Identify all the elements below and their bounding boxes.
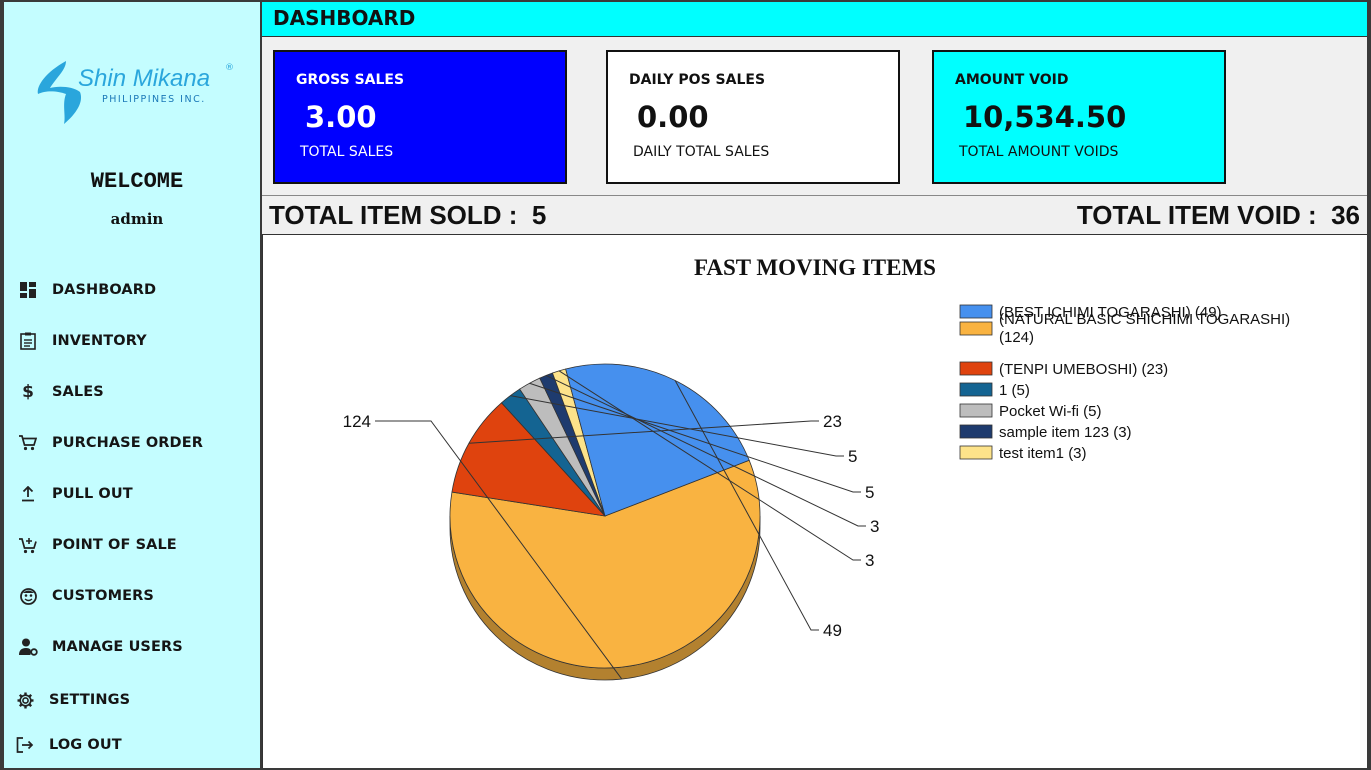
nav-point-of-sale[interactable]: POINT OF SALE <box>18 530 177 560</box>
nav-label: LOG OUT <box>49 737 122 753</box>
data-label: 5 <box>848 447 857 466</box>
nav-log-out[interactable]: LOG OUT <box>15 730 122 760</box>
card-title: GROSS SALES <box>296 72 405 88</box>
data-label: 124 <box>343 412 371 431</box>
chart-title: FAST MOVING ITEMS <box>694 255 936 280</box>
data-label: 49 <box>823 621 842 640</box>
card-subtitle: TOTAL SALES <box>300 144 394 160</box>
legend-swatch <box>959 321 993 336</box>
nav-label: SALES <box>52 384 104 400</box>
daily-pos-sales-card: DAILY POS SALES 0.00 DAILY TOTAL SALES <box>606 50 900 184</box>
gross-sales-card: GROSS SALES 3.00 TOTAL SALES <box>273 50 567 184</box>
total-sold-value: 5 <box>531 200 547 230</box>
dashboard-icon <box>18 280 38 300</box>
dollar-icon: $ <box>22 382 34 402</box>
card-value: 10,534.50 <box>963 100 1127 134</box>
cart-plus-icon <box>18 535 38 555</box>
nav-inventory[interactable]: INVENTORY <box>18 326 147 356</box>
legend-swatch <box>959 403 993 418</box>
legend-swatch <box>959 382 993 397</box>
nav-settings[interactable]: SETTINGS <box>15 685 130 715</box>
nav-label: POINT OF SALE <box>52 537 177 553</box>
face-icon <box>18 586 38 606</box>
nav-label: PURCHASE ORDER <box>52 435 203 451</box>
clipboard-icon <box>18 331 38 351</box>
gear-icon <box>15 690 35 710</box>
total-item-void: TOTAL ITEM VOID : 36 <box>1077 200 1360 231</box>
main-panel: DASHBOARD GROSS SALES 3.00 TOTAL SALES D… <box>262 2 1367 768</box>
card-subtitle: TOTAL AMOUNT VOIDS <box>959 144 1119 160</box>
data-label: 3 <box>870 517 879 536</box>
card-value: 0.00 <box>637 100 709 134</box>
sidebar: Shin Mikana PHILIPPINES INC. ® WELCOME a… <box>4 2 260 768</box>
data-label: 23 <box>823 412 842 431</box>
data-label: 3 <box>865 551 874 570</box>
nav-sales[interactable]: $ SALES <box>18 377 104 407</box>
legend-label: (TENPI UMEBOSHI) (23) <box>999 361 1168 378</box>
nav-purchase-order[interactable]: PURCHASE ORDER <box>18 428 203 458</box>
legend-label: (NATURAL BASIC SHICHIMI TOGARASHI) (124) <box>999 311 1290 346</box>
svg-text:PHILIPPINES INC.: PHILIPPINES INC. <box>102 94 206 105</box>
total-void-value: 36 <box>1331 200 1360 230</box>
welcome-label: WELCOME <box>90 169 184 194</box>
nav-label: MANAGE USERS <box>52 639 183 655</box>
legend-label: sample item 123 (3) <box>999 424 1132 441</box>
nav-label: SETTINGS <box>49 692 131 708</box>
nav-label: PULL OUT <box>52 486 133 502</box>
legend-swatch <box>959 424 993 439</box>
nav-pull-out[interactable]: PULL OUT <box>18 479 133 509</box>
page-title: DASHBOARD <box>273 6 416 30</box>
total-sold-label: TOTAL ITEM SOLD : <box>269 200 518 230</box>
legend-label: test item1 (3) <box>999 445 1087 462</box>
totals-bar: TOTAL ITEM SOLD : 5 TOTAL ITEM VOID : 36 <box>262 195 1367 235</box>
data-label: 5 <box>865 483 874 502</box>
card-title: DAILY POS SALES <box>629 72 766 88</box>
cart-icon <box>18 433 38 453</box>
svg-text:Shin Mikana: Shin Mikana <box>78 65 210 92</box>
username-label: admin <box>110 210 164 228</box>
legend-swatch <box>959 304 993 319</box>
card-title: AMOUNT VOID <box>955 72 1069 88</box>
nav-customers[interactable]: CUSTOMERS <box>18 581 154 611</box>
amount-void-card: AMOUNT VOID 10,534.50 TOTAL AMOUNT VOIDS <box>932 50 1226 184</box>
nav-label: DASHBOARD <box>52 282 157 298</box>
nav-label: INVENTORY <box>52 333 147 349</box>
company-logo: Shin Mikana PHILIPPINES INC. ® <box>36 58 246 128</box>
total-void-label: TOTAL ITEM VOID : <box>1076 200 1317 230</box>
nav-manage-users[interactable]: MANAGE USERS <box>18 632 183 662</box>
svg-text:®: ® <box>225 63 234 73</box>
nav-label: CUSTOMERS <box>52 588 154 604</box>
card-subtitle: DAILY TOTAL SALES <box>633 144 770 160</box>
nav-dashboard[interactable]: DASHBOARD <box>18 275 156 305</box>
pie-chart-svg: FAST MOVING ITEMS124 23553349(BEST ICHIMI… <box>343 255 1290 681</box>
legend-label: 1 (5) <box>999 382 1030 399</box>
header-bar: DASHBOARD <box>262 2 1367 37</box>
total-item-sold: TOTAL ITEM SOLD : 5 <box>269 200 546 231</box>
legend-swatch <box>959 445 993 460</box>
logout-icon <box>15 735 35 755</box>
upload-icon <box>18 484 38 504</box>
legend-label: Pocket Wi-fi (5) <box>999 403 1102 420</box>
legend-swatch <box>959 361 993 376</box>
fast-moving-items-chart: FAST MOVING ITEMS 124 23 5 5 3 3 49 (BEST ICHIMI… <box>262 235 1367 768</box>
app-window: Shin Mikana PHILIPPINES INC. ® WELCOME a… <box>0 0 1371 770</box>
card-value: 3.00 <box>305 100 377 134</box>
user-gear-icon <box>18 637 38 657</box>
